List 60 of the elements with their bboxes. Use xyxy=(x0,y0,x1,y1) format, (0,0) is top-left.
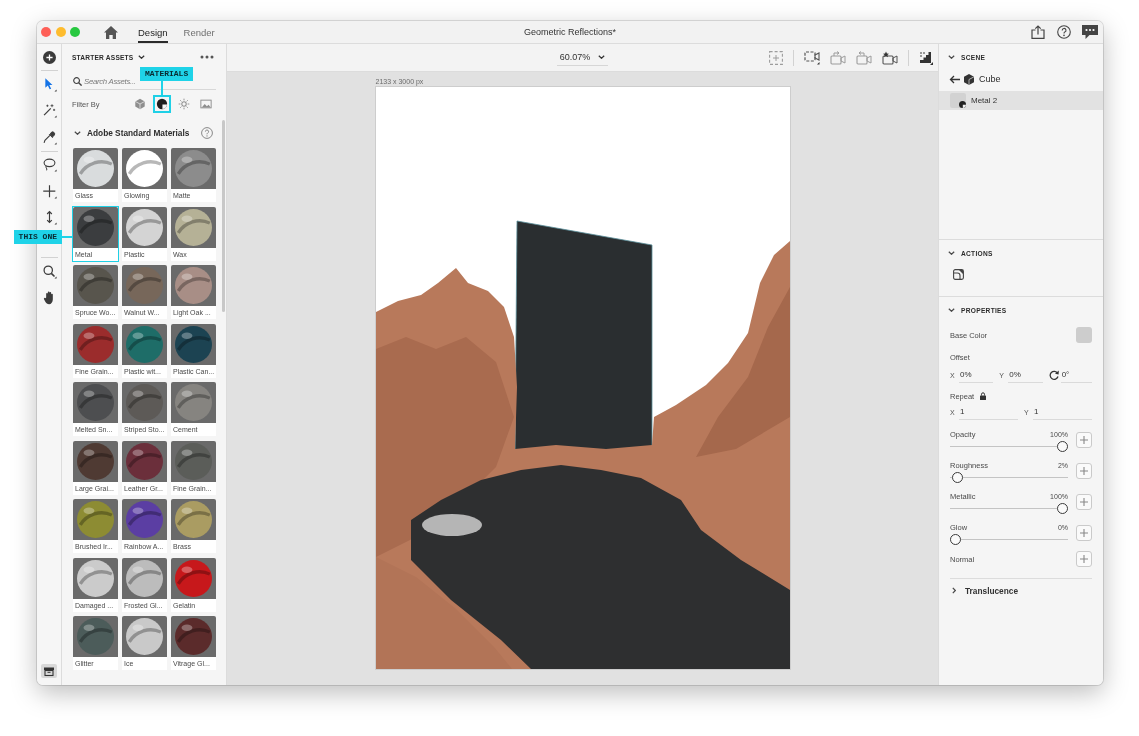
plus-icon xyxy=(1080,555,1088,563)
camera-star-icon[interactable] xyxy=(882,50,898,65)
slider-thumb[interactable] xyxy=(1057,502,1068,514)
number-field[interactable]: 0% xyxy=(959,367,994,383)
plus-icon xyxy=(1080,529,1088,537)
slider-thumb[interactable] xyxy=(1057,440,1068,452)
lock-icon[interactable] xyxy=(980,392,987,400)
material-layer[interactable]: Metal 2 xyxy=(939,91,1103,110)
zoom-dropdown[interactable]: 60.07% xyxy=(556,49,609,66)
crosshair-icon[interactable] xyxy=(41,183,57,199)
section-toggle[interactable]: Adobe Standard Materials xyxy=(72,128,190,138)
camera-frame-icon[interactable] xyxy=(804,50,820,65)
sun-icon xyxy=(178,98,190,110)
section-toggle[interactable]: Translucence xyxy=(950,578,1092,602)
document-title: Geometric Reflections* xyxy=(523,27,616,37)
number-field[interactable]: 1 xyxy=(959,404,1018,420)
material-badge-icon xyxy=(959,101,966,108)
home-icon[interactable] xyxy=(104,25,118,39)
number-field[interactable]: 0% xyxy=(1008,367,1043,383)
plus-icon xyxy=(1080,498,1088,506)
plus-icon xyxy=(1080,436,1088,444)
more-icon[interactable] xyxy=(200,55,214,59)
eyedropper-icon[interactable] xyxy=(41,129,57,145)
material-ball-icon xyxy=(156,98,168,110)
chat-icon[interactable] xyxy=(1082,25,1098,39)
number-field[interactable]: 1 xyxy=(1033,404,1092,420)
rotate-icon[interactable] xyxy=(1048,370,1059,380)
plus-icon xyxy=(1080,467,1088,475)
slider-track[interactable] xyxy=(950,502,1068,514)
zoom-icon[interactable] xyxy=(41,263,57,279)
callout-label: THIS ONE xyxy=(13,229,62,244)
tab[interactable]: Render xyxy=(183,21,215,43)
rounded-square-icon[interactable] xyxy=(953,269,964,280)
number-field[interactable]: 0° xyxy=(1060,367,1092,383)
color-swatch[interactable] xyxy=(1076,327,1092,343)
lasso-icon[interactable] xyxy=(41,157,57,173)
share-icon[interactable] xyxy=(1031,25,1045,39)
filter-button[interactable] xyxy=(153,95,171,113)
object-name: Cube xyxy=(979,74,1001,84)
help-icon[interactable] xyxy=(1056,25,1071,39)
archive-icon[interactable] xyxy=(41,664,57,678)
cube-icon xyxy=(134,98,146,110)
image-icon xyxy=(200,98,212,110)
grid-staircase-icon[interactable] xyxy=(919,50,933,65)
leader-line xyxy=(161,81,163,95)
chevron-down-icon xyxy=(598,54,606,59)
cube-icon xyxy=(964,73,974,85)
window-close-icon[interactable] xyxy=(41,27,51,37)
magic-wand-icon[interactable] xyxy=(41,103,57,119)
slider-track[interactable] xyxy=(950,533,1068,545)
back-arrow-icon[interactable] xyxy=(949,74,960,84)
chevron-down-icon xyxy=(138,55,146,59)
slider-thumb[interactable] xyxy=(952,471,964,483)
add-icon[interactable] xyxy=(42,50,56,64)
slider-track[interactable] xyxy=(950,471,1068,483)
slider-track[interactable] xyxy=(950,440,1068,452)
tab[interactable]: Design xyxy=(138,21,168,43)
slider-thumb[interactable] xyxy=(950,533,961,545)
search-icon xyxy=(73,77,82,86)
callout-label: MATERIALS xyxy=(140,67,194,81)
